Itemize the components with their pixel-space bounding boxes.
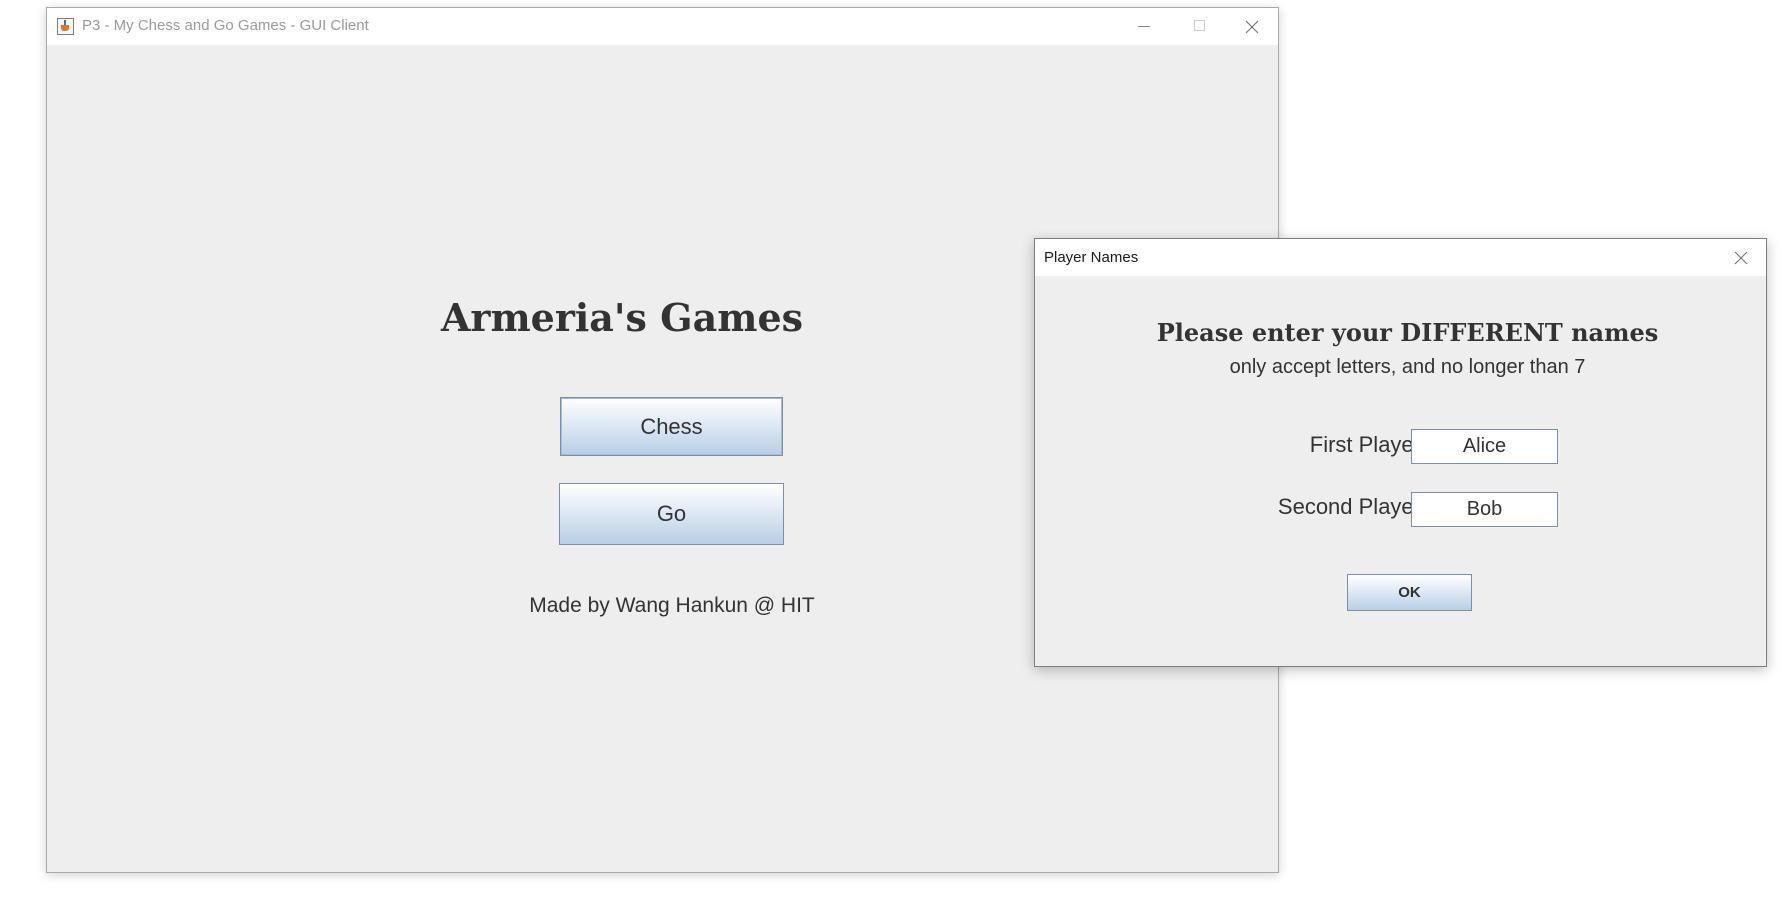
maximize-icon[interactable]	[1172, 8, 1228, 45]
dialog-heading: Please enter your DIFFERENT names	[1156, 318, 1659, 347]
app-heading: Armeria's Games	[440, 295, 804, 340]
go-button[interactable]: Go	[559, 483, 784, 545]
dialog-subheading: only accept letters, and no longer than …	[1229, 356, 1586, 378]
dialog-titlebar[interactable]: Player Names	[1035, 239, 1766, 276]
player-names-dialog: Player Names Please enter your DIFFERENT…	[1034, 238, 1767, 667]
first-player-input[interactable]	[1411, 429, 1558, 464]
main-titlebar[interactable]: P3 - My Chess and Go Games - GUI Client	[47, 8, 1278, 45]
dialog-title: Player Names	[1044, 249, 1139, 266]
ok-button[interactable]: OK	[1347, 574, 1472, 611]
second-player-label: Second Player	[1277, 494, 1421, 519]
first-player-label: First Player	[1309, 432, 1421, 457]
dialog-close-icon[interactable]	[1716, 239, 1766, 276]
chess-button[interactable]: Chess	[560, 397, 783, 456]
minimize-icon[interactable]	[1116, 8, 1172, 45]
close-icon[interactable]	[1224, 8, 1280, 45]
java-app-icon	[57, 18, 74, 35]
second-player-input[interactable]	[1411, 492, 1558, 527]
window-title: P3 - My Chess and Go Games - GUI Client	[82, 17, 369, 34]
